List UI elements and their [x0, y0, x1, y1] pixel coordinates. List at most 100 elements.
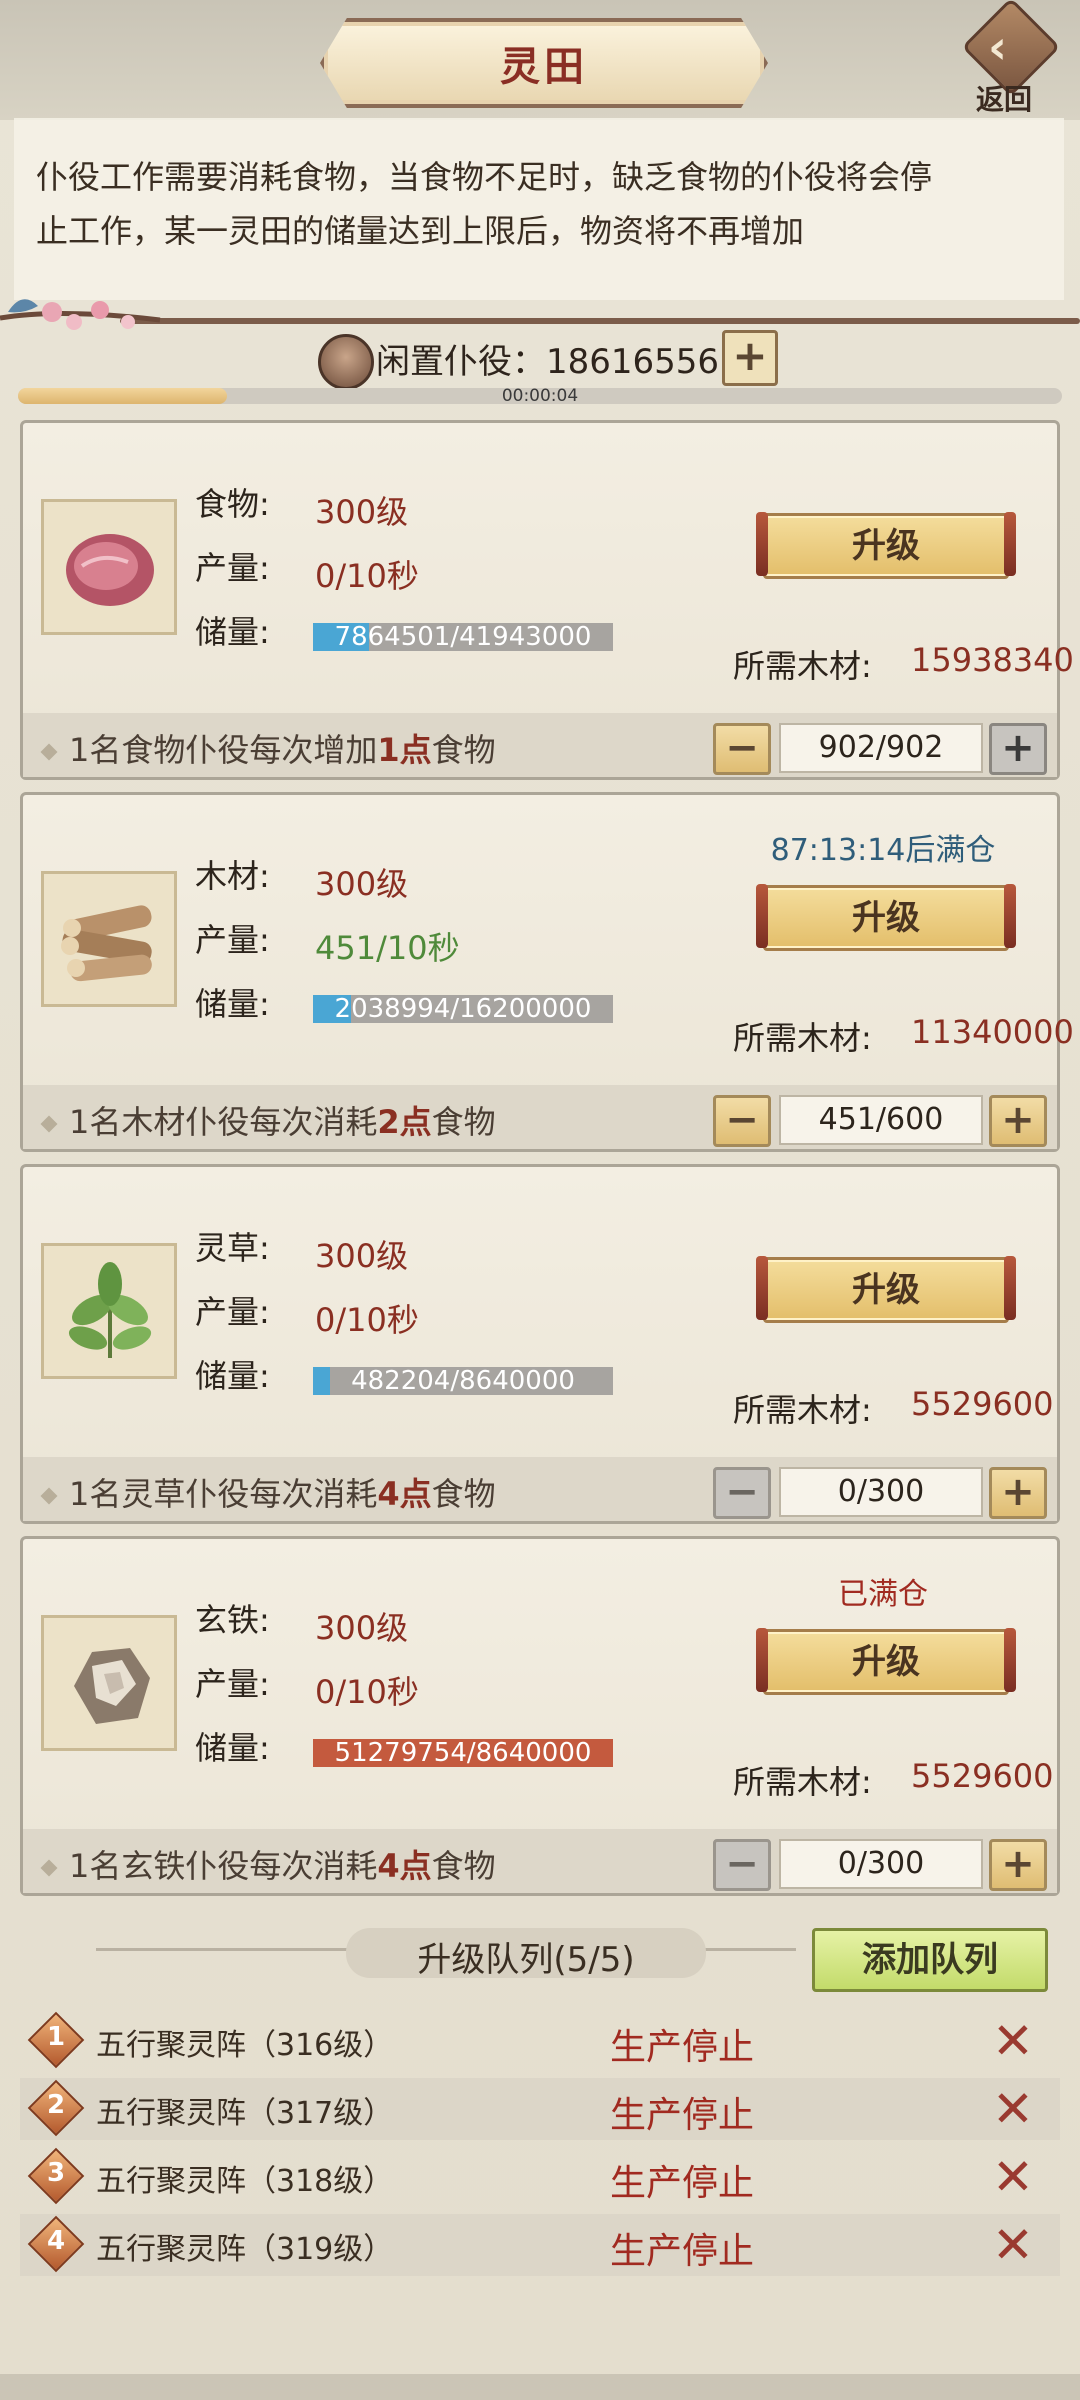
add-servant-button[interactable]: +	[722, 330, 778, 386]
upgrade-label: 升级	[852, 1642, 920, 1682]
back-arrow-glyph: ‹	[988, 20, 1007, 74]
storage-bar: 51279754/8640000	[313, 1739, 613, 1767]
wood-cost-value: 15938340	[911, 641, 1074, 679]
plum-branch-icon	[0, 299, 161, 330]
back-button[interactable]: ‹ 返回	[961, 0, 1062, 116]
wood-cost-value: 5529600	[911, 1385, 1054, 1423]
storage-bar: 2038994/16200000	[313, 995, 613, 1023]
field-level: 300级	[315, 493, 409, 531]
rule-suffix: 食物	[431, 1103, 496, 1141]
storage-label: 储量:	[195, 1729, 270, 1767]
description-line-1: 仆役工作需要消耗食物，当食物不足时，缺乏食物的仆役将会停	[36, 158, 933, 196]
increase-servants-button[interactable]: +	[989, 723, 1047, 775]
storage-bar: 7864501/41943000	[313, 623, 613, 651]
increase-servants-button[interactable]: +	[989, 1095, 1047, 1147]
servant-count: 0/300	[779, 1839, 983, 1889]
field-name-label: 木材:	[195, 857, 270, 895]
description-line-2: 止工作，某一灵田的储量达到上限后，物资将不再增加	[36, 212, 805, 250]
field-card-wood: 木材: 300级 产量: 451/10秒 储量: 2038994/1620000…	[20, 792, 1074, 1152]
queue-row: 1 五行聚灵阵（316级） 生产停止 ✕	[20, 2010, 1060, 2072]
servant-count: 902/902	[779, 723, 983, 773]
cancel-x-icon[interactable]: ✕	[986, 2152, 1040, 2202]
field-icon-frame	[41, 1243, 177, 1379]
servant-avatar-icon	[318, 334, 374, 390]
full-storage-countdown: 87:13:14后满仓	[770, 833, 996, 868]
rule-amount: 4点	[377, 1847, 432, 1885]
servant-footer: 1名灵草仆役每次消耗4点食物 − 0/300 +	[23, 1457, 1057, 1521]
storage-value: 51279754/8640000	[334, 1739, 592, 1767]
decrease-servants-button[interactable]: −	[713, 1839, 771, 1891]
upgrade-label: 升级	[852, 898, 920, 938]
decrease-servants-button[interactable]: −	[713, 1095, 771, 1147]
field-level: 300级	[315, 1237, 409, 1275]
diamond-bullet-icon	[40, 1859, 58, 1877]
rule-prefix: 1名玄铁仆役每次消耗	[69, 1847, 378, 1885]
queue-item-status: 生产停止	[610, 2231, 755, 2272]
cancel-x-icon[interactable]: ✕	[986, 2084, 1040, 2134]
servant-rule-text: 1名食物仆役每次增加1点食物	[40, 725, 496, 771]
servant-rule-text: 1名木材仆役每次消耗2点食物	[40, 1097, 496, 1143]
wood-cost-label: 所需木材:	[733, 1763, 872, 1801]
rule-prefix: 1名食物仆役每次增加	[69, 731, 378, 769]
servant-footer: 1名玄铁仆役每次消耗4点食物 − 0/300 +	[23, 1829, 1057, 1893]
queue-item-status: 生产停止	[610, 2027, 755, 2068]
field-name-label: 灵草:	[195, 1229, 270, 1267]
rule-suffix: 食物	[431, 1475, 496, 1513]
increase-servants-button[interactable]: +	[989, 1467, 1047, 1519]
diamond-bullet-icon	[40, 743, 58, 761]
wood-logs-icon	[61, 905, 152, 982]
field-name-label: 食物:	[195, 485, 270, 523]
increase-servants-button[interactable]: +	[989, 1839, 1047, 1891]
storage-bar: 482204/8640000	[313, 1367, 613, 1395]
rule-amount: 4点	[377, 1475, 432, 1513]
decrease-servants-button[interactable]: −	[713, 723, 771, 775]
queue-number: 2	[46, 2090, 66, 2120]
rule-suffix: 食物	[431, 731, 496, 769]
iron-ore-icon	[74, 1648, 150, 1724]
decrease-servants-button[interactable]: −	[713, 1467, 771, 1519]
upgrade-label: 升级	[852, 526, 920, 566]
add-queue-button[interactable]: 添加队列	[812, 1928, 1048, 1992]
field-card-herb: 灵草: 300级 产量: 0/10秒 储量: 482204/8640000 升级…	[20, 1164, 1060, 1524]
field-icon-frame	[41, 1615, 177, 1751]
field-level: 300级	[315, 865, 409, 903]
field-icon-frame	[41, 871, 177, 1007]
storage-label: 储量:	[195, 1357, 270, 1395]
queue-row: 4 五行聚灵阵（319级） 生产停止 ✕	[20, 2214, 1060, 2276]
wood-cost-value: 5529600	[911, 1757, 1054, 1795]
servant-rule-text: 1名玄铁仆役每次消耗4点食物	[40, 1841, 496, 1887]
upgrade-button[interactable]: 升级	[756, 884, 1016, 951]
production-label: 产量:	[195, 1293, 270, 1331]
wood-cost-label: 所需木材:	[733, 647, 872, 685]
cancel-x-icon[interactable]: ✕	[986, 2220, 1040, 2270]
servant-footer: 1名食物仆役每次增加1点食物 − 902/902 +	[23, 713, 1057, 777]
queue-item-name: 五行聚灵阵（317级）	[96, 2096, 394, 2131]
timer-text: 00:00:04	[501, 386, 579, 406]
meat-icon	[66, 534, 154, 606]
production-label: 产量:	[195, 921, 270, 959]
servant-footer: 1名木材仆役每次消耗2点食物 − 451/600 +	[23, 1085, 1057, 1149]
queue-item-name: 五行聚灵阵（318级）	[96, 2164, 394, 2199]
herb-icon	[68, 1262, 152, 1358]
rule-prefix: 1名木材仆役每次消耗	[69, 1103, 378, 1141]
page-title: 灵田	[500, 44, 588, 90]
production-value: 0/10秒	[315, 557, 419, 595]
upgrade-button[interactable]: 升级	[756, 512, 1016, 579]
queue-item-status: 生产停止	[610, 2095, 755, 2136]
add-queue-label: 添加队列	[862, 1940, 998, 1980]
production-value: 0/10秒	[315, 1301, 419, 1339]
rule-amount: 2点	[377, 1103, 432, 1141]
queue-item-name: 五行聚灵阵（316级）	[96, 2028, 394, 2063]
storage-label: 储量:	[195, 613, 270, 651]
idle-servants-label: 闲置仆役：18616556	[376, 342, 720, 382]
cancel-x-icon[interactable]: ✕	[986, 2016, 1040, 2066]
back-label: 返回	[976, 83, 1033, 116]
upgrade-button[interactable]: 升级	[756, 1256, 1016, 1323]
divider-branch	[120, 318, 1080, 324]
rule-suffix: 食物	[431, 1847, 496, 1885]
rule-amount: 1点	[377, 731, 432, 769]
diamond-bullet-icon	[40, 1115, 58, 1133]
upgrade-button[interactable]: 升级	[756, 1628, 1016, 1695]
queue-number: 3	[46, 2158, 66, 2188]
wood-cost-label: 所需木材:	[733, 1391, 872, 1429]
